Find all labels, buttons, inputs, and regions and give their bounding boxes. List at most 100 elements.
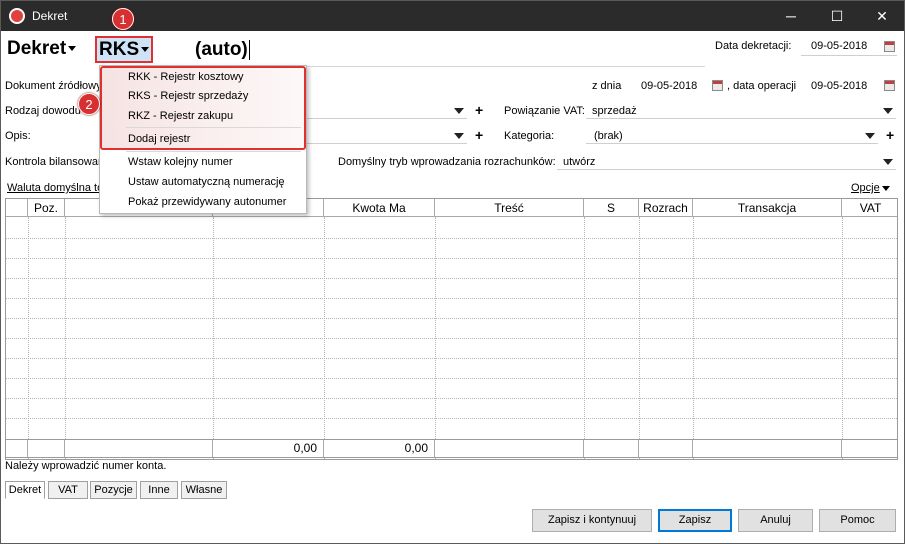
totals-cell — [693, 440, 842, 457]
dekret-dropdown[interactable]: Dekret — [7, 38, 77, 60]
table-row[interactable] — [6, 298, 897, 299]
table-row[interactable] — [6, 258, 897, 259]
powiazanie-vat-underline — [586, 118, 896, 119]
kategoria-dropdown-icon[interactable] — [865, 133, 875, 139]
data-dekretacji-label: Data dekretacji: — [715, 40, 792, 52]
table-row[interactable] — [6, 278, 897, 279]
add-kategoria-icon[interactable]: + — [886, 127, 894, 143]
add-rodzaj-dowodu-icon[interactable]: + — [475, 102, 483, 118]
rodzaj-dowodu-underline — [307, 118, 467, 119]
menu-item-wstaw-kolejny-numer[interactable]: Wstaw kolejny numer — [128, 156, 233, 168]
grid-header-poz[interactable]: Poz. — [28, 199, 65, 217]
opis-underline — [307, 143, 467, 144]
powiazanie-vat-dropdown-icon[interactable] — [883, 108, 893, 114]
grid-header-tresc[interactable]: Treść — [435, 199, 584, 217]
chevron-down-icon — [141, 47, 150, 53]
table-row[interactable] — [6, 238, 897, 239]
save-and-continue-button[interactable]: Zapisz i kontynuuj — [532, 509, 652, 532]
z-dnia-label: z dnia — [592, 80, 622, 92]
step-badge-1: 1 — [112, 8, 134, 30]
table-row[interactable] — [6, 358, 897, 359]
totals-cell — [65, 440, 213, 457]
chevron-down-icon — [881, 185, 890, 191]
totals-cell — [435, 440, 584, 457]
data-dekretacji-value[interactable]: 09-05-2018 — [811, 40, 867, 52]
date-underline — [801, 55, 897, 56]
minimize-button[interactable]: ─ — [768, 1, 814, 31]
powiazanie-vat-value[interactable]: sprzedaż — [592, 105, 637, 117]
dokument-zrodlowy-label: Dokument źródłowy — [5, 80, 102, 92]
tab-inne[interactable]: Inne — [140, 481, 178, 499]
close-button[interactable]: ✕ — [859, 1, 904, 31]
menu-item-dodaj-rejestr[interactable]: Dodaj rejestr — [128, 133, 190, 145]
rodzaj-dowodu-label: Rodzaj dowodu — [5, 105, 81, 117]
table-row[interactable] — [6, 398, 897, 399]
register-selector[interactable]: RKS — [95, 36, 153, 63]
grid-header-rozrach[interactable]: Rozrach — [639, 199, 693, 217]
domyslny-tryb-underline — [557, 169, 896, 170]
grid-header-vat[interactable]: VAT — [842, 199, 897, 217]
kategoria-label: Kategoria: — [504, 130, 555, 142]
register-code: RKS — [99, 39, 140, 60]
opcje-menu[interactable]: Opcje — [851, 182, 890, 194]
calendar-icon[interactable] — [884, 41, 895, 52]
dekret-window: Dekret ─ ☐ ✕ Dekret RKS (auto) Data dekr… — [0, 0, 905, 544]
grid-header-kwota-ma[interactable]: Kwota Ma — [324, 199, 435, 217]
number-field-underline — [251, 66, 705, 67]
table-row[interactable] — [6, 338, 897, 339]
table-row[interactable] — [6, 378, 897, 379]
calendar-icon[interactable] — [712, 80, 723, 91]
totals-cell — [28, 440, 65, 457]
document-number-field[interactable]: (auto) — [195, 39, 250, 61]
table-row[interactable] — [6, 318, 897, 319]
totals-cell — [639, 440, 693, 457]
table-row[interactable] — [6, 418, 897, 419]
tab-wlasne[interactable]: Własne — [181, 481, 227, 499]
step-badge-2: 2 — [78, 93, 100, 115]
menu-item-rkk[interactable]: RKK - Rejestr kosztowy — [128, 71, 244, 83]
grid-header-s[interactable]: S — [584, 199, 639, 217]
menu-item-rkz[interactable]: RKZ - Rejestr zakupu — [128, 110, 233, 122]
menu-item-rks[interactable]: RKS - Rejestr sprzedaży — [128, 90, 248, 102]
menu-separator — [126, 151, 301, 152]
entries-grid[interactable]: Poz. Kwota Ma Treść S Rozrach Transakcja… — [5, 198, 898, 460]
totals-cell — [584, 440, 639, 457]
opcje-label: Opcje — [851, 182, 880, 194]
calendar-icon[interactable] — [884, 80, 895, 91]
total-ma: 0,00 — [324, 440, 435, 457]
waluta-link[interactable]: Waluta domyślna to — [7, 182, 103, 194]
tab-vat[interactable]: VAT — [48, 481, 88, 499]
text-cursor — [248, 39, 250, 60]
tab-pozycje[interactable]: Pozycje — [90, 481, 137, 499]
window-title: Dekret — [32, 9, 68, 23]
chevron-down-icon — [68, 46, 77, 52]
register-dropdown-menu: RKK - Rejestr kosztowy RKS - Rejestr spr… — [99, 65, 307, 214]
dialog-content: Dekret RKS (auto) Data dekretacji: 09-05… — [1, 8, 904, 543]
data-operacji-value[interactable]: 09-05-2018 — [811, 80, 867, 92]
menu-item-pokaz-autonumer[interactable]: Pokaż przewidywany autonumer — [128, 196, 286, 208]
save-button[interactable]: Zapisz — [658, 509, 732, 532]
rodzaj-dowodu-dropdown-icon[interactable] — [454, 108, 464, 114]
opis-label: Opis: — [5, 130, 31, 142]
totals-cell — [6, 440, 28, 457]
opis-dropdown-icon[interactable] — [454, 133, 464, 139]
kategoria-value[interactable]: (brak) — [594, 130, 623, 142]
app-icon — [9, 8, 25, 24]
domyslny-tryb-value[interactable]: utwórz — [563, 156, 595, 168]
add-opis-icon[interactable]: + — [475, 127, 483, 143]
help-button[interactable]: Pomoc — [819, 509, 896, 532]
total-wn: 0,00 — [213, 440, 324, 457]
domyslny-tryb-dropdown-icon[interactable] — [883, 159, 893, 165]
domyslny-tryb-label: Domyślny tryb wprowadzania rozrachunków: — [338, 156, 556, 168]
menu-item-ustaw-numeracje[interactable]: Ustaw automatyczną numerację — [128, 176, 285, 188]
menu-separator — [126, 127, 301, 128]
kontrola-bilansowania-label: Kontrola bilansowania — [5, 156, 113, 168]
tab-dekret[interactable]: Dekret — [5, 481, 45, 499]
cancel-button[interactable]: Anuluj — [738, 509, 813, 532]
maximize-button[interactable]: ☐ — [814, 1, 860, 31]
grid-header-indicator — [6, 199, 28, 217]
z-dnia-value[interactable]: 09-05-2018 — [641, 80, 697, 92]
status-message: Należy wprowadzić numer konta. — [5, 460, 167, 472]
kategoria-underline — [586, 143, 878, 144]
grid-header-transakcja[interactable]: Transakcja — [693, 199, 842, 217]
